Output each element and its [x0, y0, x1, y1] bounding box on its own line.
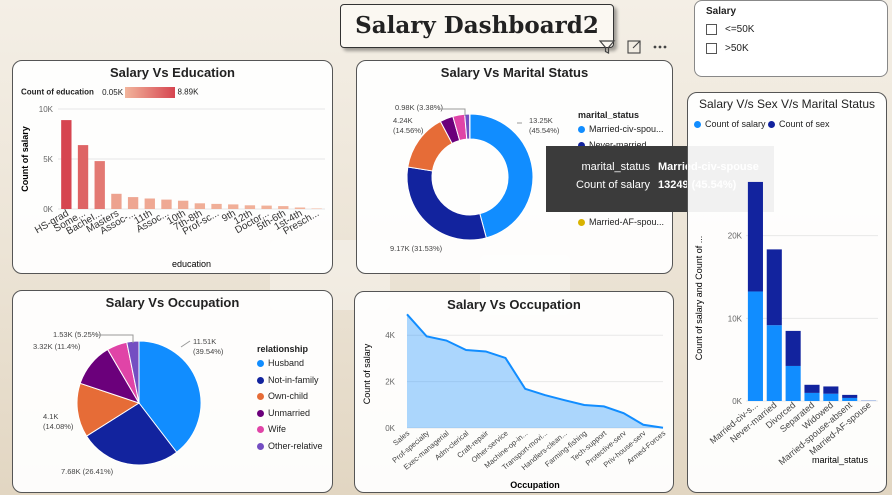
legend-marker: [578, 219, 585, 227]
legend-title: marital_status: [578, 110, 640, 120]
bar-count-of-sex: [804, 384, 820, 393]
legend-marker: [257, 393, 264, 401]
legend-label: Husband: [268, 358, 305, 368]
focus-mode-icon[interactable]: [627, 40, 641, 54]
legend-marker: [578, 126, 585, 134]
data-label: 1.53K (5.25%): [53, 330, 101, 339]
legend-label: Other-relative: [268, 440, 323, 451]
legend-item[interactable]: Husband: [257, 358, 304, 368]
bar-count-of-sex: [766, 249, 782, 326]
visual-header: [596, 38, 676, 56]
bar: [161, 199, 172, 209]
bar-count-of-sex: [842, 394, 858, 398]
bar: [244, 205, 256, 209]
data-label: 9.17K (31.53%): [390, 244, 443, 253]
legend-marker: [257, 376, 264, 384]
bar-count-of-sex: [747, 181, 763, 292]
legend-item[interactable]: Wife: [257, 424, 286, 434]
occupation-chart-card: Salary Vs Occupation 0K 2K 4K Count of sala…: [354, 291, 674, 493]
sex-marital-chart-card: Salary V/s Sex V/s Marital Status Count …: [687, 92, 887, 493]
x-axis-label: marital_status: [812, 455, 869, 465]
legend-label: Married-civ-spou...: [589, 124, 664, 134]
y-tick-label: 10K: [728, 314, 743, 323]
filter-icon[interactable]: [598, 40, 616, 54]
slicer-option[interactable]: >50K: [706, 43, 749, 54]
occupation-area-chart: 0K2K4KCount of salarySalesProf-specialty…: [362, 313, 667, 490]
x-axis-label: education: [172, 259, 211, 269]
legend-item[interactable]: Other-relative: [257, 441, 323, 451]
y-tick-label: 2K: [385, 378, 395, 387]
pie-slice: [406, 166, 487, 241]
data-label: 13.25K: [529, 116, 553, 125]
data-label: 11.51K: [193, 337, 216, 346]
legend-item[interactable]: Unmarried: [257, 408, 310, 418]
data-label: (45.54%): [529, 126, 560, 135]
bar-count-of-salary: [785, 365, 801, 401]
legend-marker: [257, 442, 264, 450]
area-fill: [407, 314, 663, 428]
data-label: 4.1K: [43, 412, 58, 421]
bar: [127, 197, 139, 209]
education-bar-chart: 0K5K10KCount of salaryHS-gradSome...Bach…: [20, 105, 325, 269]
bar-count-of-sex: [785, 330, 801, 366]
bar: [194, 203, 206, 209]
legend-marker: [257, 409, 264, 417]
legend-label: Unmarried: [268, 407, 311, 418]
y-tick-label: 4K: [385, 331, 395, 340]
more-options-icon[interactable]: [653, 45, 667, 49]
y-tick-label: 5K: [43, 155, 53, 164]
x-axis-label: Occupation: [510, 480, 560, 490]
bar: [177, 200, 189, 209]
bar-count-of-salary: [747, 291, 763, 401]
legend-label: Wife: [268, 424, 286, 434]
y-axis-label: Count of salary: [362, 343, 372, 404]
legend-label: Married-AF-spou...: [589, 217, 665, 227]
bar-count-of-salary: [842, 397, 858, 401]
bar: [211, 203, 222, 209]
y-tick-label: 10K: [39, 105, 54, 114]
legend-title: relationship: [257, 344, 309, 354]
bar-count-of-salary: [823, 393, 839, 401]
leader-line: [180, 340, 191, 348]
legend-item[interactable]: Married-civ-spou...: [578, 124, 664, 134]
bar: [228, 204, 239, 209]
bar-count-of-salary: [766, 325, 782, 401]
slicer-title: Salary: [706, 6, 737, 17]
education-chart-card: Salary Vs Education Count of education 0…: [12, 60, 333, 274]
y-axis-label: Count of salary and Count of ...: [694, 236, 704, 361]
y-tick-label: 0K: [732, 397, 742, 406]
data-label: 3.32K (11.4%): [33, 342, 81, 351]
data-label: (14.56%): [393, 126, 424, 135]
bar: [111, 193, 122, 209]
legend-marker: [257, 360, 264, 368]
bar: [94, 161, 105, 209]
y-tick-label: 0K: [385, 424, 395, 433]
page-title: Salary Dashboard2: [340, 4, 614, 48]
legend-label: Not-in-family: [268, 374, 319, 385]
y-axis-label: Count of salary: [20, 126, 30, 192]
y-tick-label: 20K: [728, 232, 743, 241]
y-tick-label: 0K: [43, 205, 53, 214]
bar: [144, 198, 155, 209]
legend-marker: [257, 426, 264, 434]
legend-item[interactable]: Married-AF-spou...: [578, 217, 664, 227]
relationship-chart-card: Salary Vs Occupation 11.51K (39.54%) 7.68K…: [12, 290, 333, 493]
data-label: (39.54%): [193, 347, 224, 356]
legend-item[interactable]: Own-child: [257, 391, 308, 401]
data-label: (14.08%): [43, 422, 74, 431]
bar-count-of-sex: [823, 386, 839, 394]
sex-marital-stacked-bar-chart: 0K 10K 20K Count of salary and Count of ...…: [694, 181, 878, 467]
legend-item[interactable]: Not-in-family: [257, 375, 319, 385]
slicer-option[interactable]: <=50K: [706, 24, 754, 35]
bar: [77, 145, 89, 209]
checkbox[interactable]: [706, 24, 717, 35]
data-label: 4.24K: [393, 116, 413, 125]
bar-count-of-salary: [804, 392, 820, 401]
legend-label: Own-child: [268, 391, 309, 401]
bar: [61, 120, 72, 209]
checkbox[interactable]: [706, 43, 717, 54]
data-label: 0.98K (3.38%): [395, 103, 443, 112]
data-label: 7.68K (26.41%): [61, 467, 114, 476]
salary-slicer: Salary <=50K >50K: [694, 0, 888, 77]
